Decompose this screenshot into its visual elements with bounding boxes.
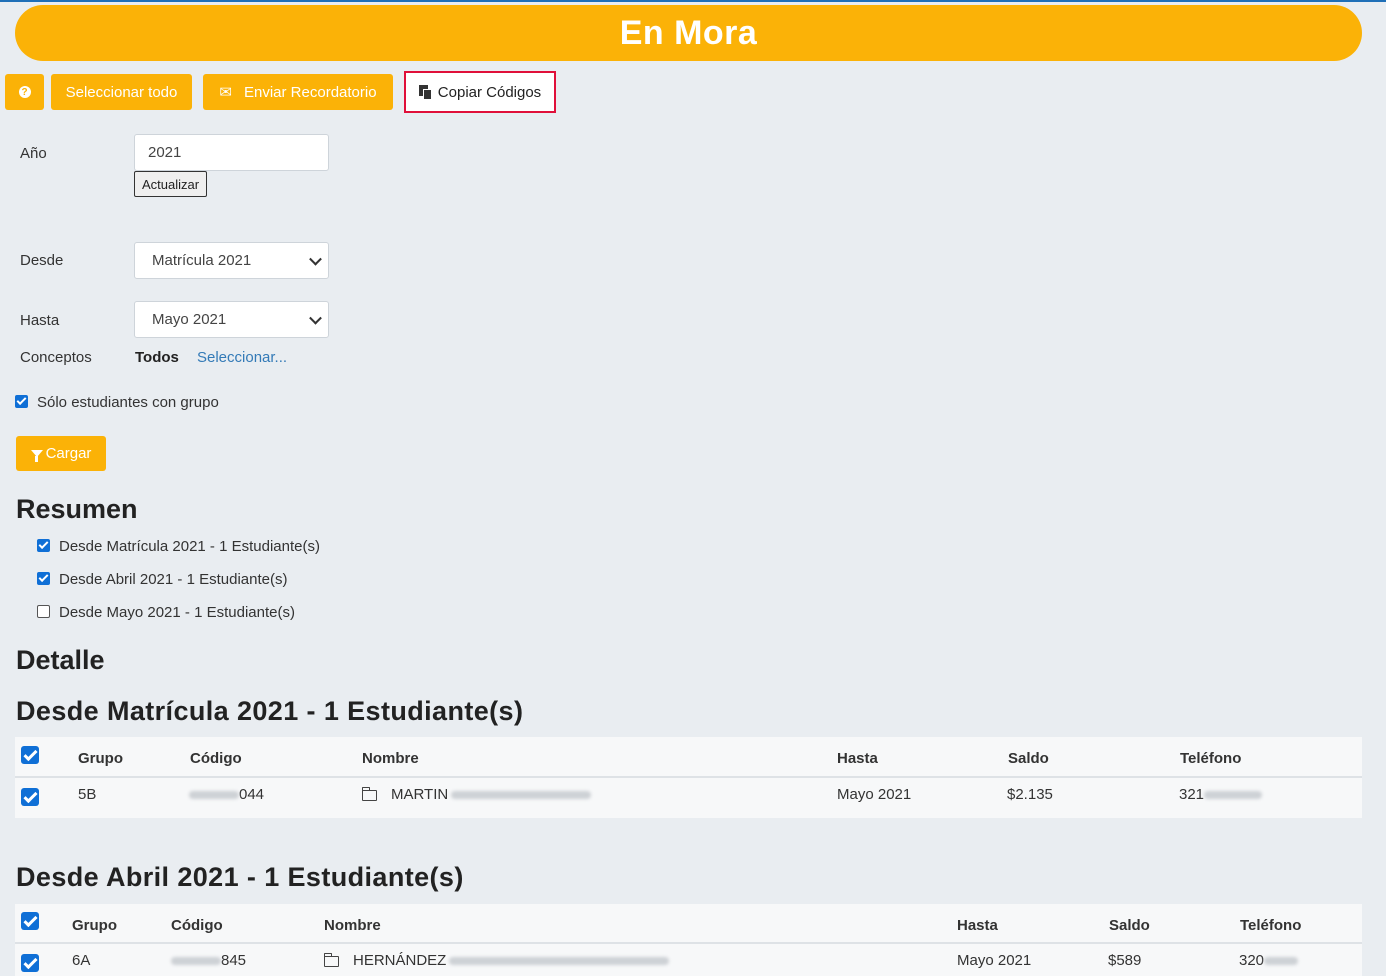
column-header-codigo: Código [190, 750, 242, 767]
select-concepts-link[interactable]: Seleccionar... [197, 349, 287, 366]
cell-telefono: 321 [1179, 786, 1263, 803]
cell-grupo: 5B [78, 786, 97, 803]
load-button[interactable]: Cargar [16, 436, 106, 471]
summary-checkbox-1[interactable] [37, 572, 50, 585]
column-header-telefono: Teléfono [1180, 750, 1242, 767]
cell-hasta: Mayo 2021 [957, 952, 1032, 969]
page-title: En Mora [619, 13, 758, 52]
students-table: Grupo Código Nombre Hasta Saldo Teléfono… [15, 904, 1362, 976]
select-all-rows-checkbox[interactable] [21, 912, 39, 930]
year-value: 2021 [148, 144, 182, 161]
column-header-codigo: Código [171, 917, 223, 934]
summary-checkbox-0[interactable] [37, 539, 50, 552]
select-all-label: Seleccionar todo [65, 83, 178, 101]
help-button[interactable]: ? [5, 74, 44, 110]
column-header-nombre: Nombre [362, 750, 419, 767]
column-header-saldo: Saldo [1109, 917, 1150, 934]
row-checkbox[interactable] [21, 788, 39, 806]
cell-saldo: $2.135 [1007, 786, 1053, 803]
from-label: Desde [20, 252, 64, 269]
help-icon: ? [18, 86, 31, 98]
year-input[interactable]: 2021 [134, 134, 329, 171]
column-header-hasta: Hasta [837, 750, 878, 767]
to-select[interactable]: Mayo 2021 [134, 301, 329, 338]
summary-heading: Resumen [16, 494, 138, 524]
cell-nombre: HERNÁNDEZ [323, 952, 670, 969]
cell-codigo: 845 [171, 952, 246, 969]
table-header: Grupo Código Nombre Hasta Saldo Teléfono [15, 904, 1362, 944]
send-reminder-label: Enviar Recordatorio [244, 83, 377, 101]
copy-codes-label: Copiar Códigos [437, 83, 542, 101]
select-all-rows-checkbox[interactable] [21, 746, 39, 764]
select-all-button[interactable]: Seleccionar todo [51, 74, 192, 110]
concepts-value: Todos [135, 349, 179, 366]
envelope-icon: ✉ [219, 84, 232, 101]
cell-hasta: Mayo 2021 [837, 786, 912, 803]
filter-icon [30, 450, 43, 462]
summary-checkbox-2[interactable] [37, 605, 50, 618]
students-table: Grupo Código Nombre Hasta Saldo Teléfono… [15, 737, 1362, 818]
from-value: Matrícula 2021 [152, 252, 252, 269]
page-banner: En Mora [15, 5, 1362, 61]
chevron-down-icon [309, 252, 322, 266]
year-label: Año [20, 145, 47, 162]
from-select[interactable]: Matrícula 2021 [134, 242, 329, 279]
copy-codes-button[interactable]: Copiar Códigos [404, 71, 556, 113]
row-checkbox[interactable] [21, 954, 39, 972]
column-header-hasta: Hasta [957, 917, 998, 934]
only-group-label: Sólo estudiantes con grupo [37, 394, 219, 411]
column-header-nombre: Nombre [324, 917, 381, 934]
folder-icon[interactable] [323, 952, 339, 967]
cell-codigo: 044 [189, 786, 264, 803]
update-label: Actualizar [141, 176, 200, 192]
concepts-label: Conceptos [20, 349, 92, 366]
column-header-saldo: Saldo [1008, 750, 1049, 767]
send-reminder-button[interactable]: ✉ Enviar Recordatorio [203, 74, 393, 110]
cell-nombre: MARTIN [361, 786, 592, 803]
summary-item: Desde Mayo 2021 - 1 Estudiante(s) [59, 604, 295, 621]
to-label: Hasta [20, 312, 60, 329]
column-header-grupo: Grupo [78, 750, 123, 767]
section-title: Desde Abril 2021 - 1 Estudiante(s) [16, 862, 464, 892]
summary-item: Desde Abril 2021 - 1 Estudiante(s) [59, 571, 288, 588]
summary-item: Desde Matrícula 2021 - 1 Estudiante(s) [59, 538, 320, 555]
column-header-telefono: Teléfono [1240, 917, 1302, 934]
detail-heading: Detalle [16, 645, 105, 675]
cell-grupo: 6A [72, 952, 91, 969]
section-title: Desde Matrícula 2021 - 1 Estudiante(s) [16, 696, 524, 726]
cell-telefono: 320 [1239, 952, 1299, 969]
chevron-down-icon [309, 311, 322, 325]
column-header-grupo: Grupo [72, 917, 117, 934]
load-label: Cargar [45, 445, 92, 462]
folder-icon[interactable] [361, 786, 377, 801]
update-button[interactable]: Actualizar [134, 171, 207, 197]
table-header: Grupo Código Nombre Hasta Saldo Teléfono [15, 737, 1362, 778]
cell-saldo: $589 [1108, 952, 1142, 969]
to-value: Mayo 2021 [152, 311, 227, 328]
copy-icon [418, 84, 433, 100]
only-group-checkbox[interactable] [15, 395, 28, 408]
